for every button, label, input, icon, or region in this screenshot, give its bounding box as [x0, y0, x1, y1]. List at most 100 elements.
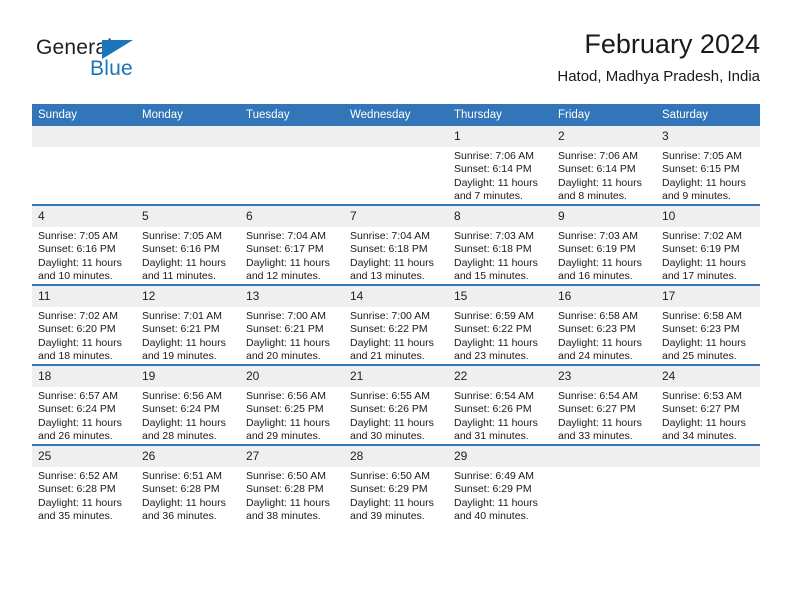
day-number: 14 — [344, 286, 448, 307]
weekday-header-sunday: Sunday — [32, 104, 136, 126]
sunset-text: Sunset: 6:19 PM — [662, 243, 740, 256]
day-number: 17 — [656, 286, 760, 307]
day-number: 21 — [344, 366, 448, 387]
calendar-day-cell[interactable]: 7 Sunrise: 7:04 AM Sunset: 6:18 PM Daylight… — [344, 204, 448, 285]
day-details — [656, 467, 760, 470]
calendar-day-cell[interactable]: 13 Sunrise: 7:00 AM Sunset: 6:21 PM Dayligh… — [240, 284, 344, 365]
day-number: 22 — [448, 366, 552, 387]
day-details: Sunrise: 6:49 AM Sunset: 6:29 PM Daylight:… — [448, 467, 552, 524]
daylight-text-line2: and 18 minutes. — [38, 350, 113, 363]
sunrise-text: Sunrise: 6:56 AM — [142, 390, 222, 402]
sunrise-text: Sunrise: 6:52 AM — [38, 470, 118, 482]
sunrise-text: Sunrise: 7:05 AM — [662, 150, 742, 162]
weekday-header-tuesday: Tuesday — [240, 104, 344, 126]
daylight-text-line2: and 34 minutes. — [662, 430, 737, 443]
daylight-text-line2: and 39 minutes. — [350, 510, 425, 523]
sunset-text: Sunset: 6:16 PM — [38, 243, 116, 256]
calendar-day-cell[interactable]: 2 Sunrise: 7:06 AM Sunset: 6:14 PM Daylight… — [552, 126, 656, 205]
calendar-week-row: 4 Sunrise: 7:05 AM Sunset: 6:16 PM Daylight… — [32, 204, 760, 285]
day-details: Sunrise: 6:55 AM Sunset: 6:26 PM Daylight:… — [344, 387, 448, 444]
calendar-day-cell[interactable]: 21 Sunrise: 6:55 AM Sunset: 6:26 PM Dayligh… — [344, 364, 448, 445]
day-number: 13 — [240, 286, 344, 307]
calendar-day-cell[interactable]: 6 Sunrise: 7:04 AM Sunset: 6:17 PM Daylight… — [240, 204, 344, 285]
sunrise-text: Sunrise: 7:05 AM — [142, 230, 222, 242]
daylight-text-line1: Daylight: 11 hours — [38, 256, 122, 269]
day-details: Sunrise: 6:53 AM Sunset: 6:27 PM Daylight:… — [656, 387, 760, 444]
daylight-text-line1: Daylight: 11 hours — [662, 416, 746, 429]
sunrise-text: Sunrise: 7:02 AM — [38, 310, 118, 322]
day-details: Sunrise: 6:56 AM Sunset: 6:25 PM Daylight:… — [240, 387, 344, 444]
calendar-empty-cell — [136, 126, 240, 205]
weekday-header-friday: Friday — [552, 104, 656, 126]
sunrise-text: Sunrise: 7:02 AM — [662, 230, 742, 242]
calendar-day-cell[interactable]: 12 Sunrise: 7:01 AM Sunset: 6:21 PM Dayligh… — [136, 284, 240, 365]
calendar-day-cell[interactable]: 19 Sunrise: 6:56 AM Sunset: 6:24 PM Dayligh… — [136, 364, 240, 445]
daylight-text-line2: and 31 minutes. — [454, 430, 529, 443]
day-details: Sunrise: 7:04 AM Sunset: 6:17 PM Daylight:… — [240, 227, 344, 284]
daylight-text-line2: and 19 minutes. — [142, 350, 217, 363]
daylight-text-line1: Daylight: 11 hours — [350, 336, 434, 349]
daylight-text-line1: Daylight: 11 hours — [662, 256, 746, 269]
calendar-day-cell[interactable]: 8 Sunrise: 7:03 AM Sunset: 6:18 PM Daylight… — [448, 204, 552, 285]
calendar-day-cell[interactable]: 3 Sunrise: 7:05 AM Sunset: 6:15 PM Daylight… — [656, 126, 760, 205]
daylight-text-line2: and 25 minutes. — [662, 350, 737, 363]
day-details: Sunrise: 7:04 AM Sunset: 6:18 PM Daylight:… — [344, 227, 448, 284]
daylight-text-line2: and 7 minutes. — [454, 190, 523, 203]
calendar-day-cell[interactable]: 25 Sunrise: 6:52 AM Sunset: 6:28 PM Dayligh… — [32, 444, 136, 524]
calendar-day-cell[interactable]: 11 Sunrise: 7:02 AM Sunset: 6:20 PM Dayligh… — [32, 284, 136, 365]
daylight-text-line2: and 29 minutes. — [246, 430, 321, 443]
calendar-day-cell[interactable]: 27 Sunrise: 6:50 AM Sunset: 6:28 PM Dayligh… — [240, 444, 344, 524]
calendar-day-cell[interactable]: 24 Sunrise: 6:53 AM Sunset: 6:27 PM Dayligh… — [656, 364, 760, 445]
calendar-day-cell[interactable]: 16 Sunrise: 6:58 AM Sunset: 6:23 PM Dayligh… — [552, 284, 656, 365]
day-details: Sunrise: 7:02 AM Sunset: 6:20 PM Daylight:… — [32, 307, 136, 364]
calendar-day-cell[interactable]: 23 Sunrise: 6:54 AM Sunset: 6:27 PM Dayligh… — [552, 364, 656, 445]
calendar-day-cell[interactable]: 29 Sunrise: 6:49 AM Sunset: 6:29 PM Dayligh… — [448, 444, 552, 524]
sunset-text: Sunset: 6:24 PM — [38, 403, 116, 416]
calendar-day-cell[interactable]: 1 Sunrise: 7:06 AM Sunset: 6:14 PM Daylight… — [448, 126, 552, 205]
calendar-day-cell[interactable]: 18 Sunrise: 6:57 AM Sunset: 6:24 PM Dayligh… — [32, 364, 136, 445]
daylight-text-line1: Daylight: 11 hours — [142, 256, 226, 269]
day-number — [656, 446, 760, 467]
day-details: Sunrise: 7:06 AM Sunset: 6:14 PM Daylight:… — [552, 147, 656, 204]
sunset-text: Sunset: 6:25 PM — [246, 403, 324, 416]
calendar-day-cell[interactable]: 26 Sunrise: 6:51 AM Sunset: 6:28 PM Dayligh… — [136, 444, 240, 524]
calendar-day-cell[interactable]: 9 Sunrise: 7:03 AM Sunset: 6:19 PM Daylight… — [552, 204, 656, 285]
sunset-text: Sunset: 6:14 PM — [454, 163, 532, 176]
sunrise-text: Sunrise: 6:53 AM — [662, 390, 742, 402]
calendar-day-cell[interactable]: 5 Sunrise: 7:05 AM Sunset: 6:16 PM Daylight… — [136, 204, 240, 285]
day-details: Sunrise: 7:05 AM Sunset: 6:16 PM Daylight:… — [32, 227, 136, 284]
calendar-day-cell[interactable]: 4 Sunrise: 7:05 AM Sunset: 6:16 PM Daylight… — [32, 204, 136, 285]
page-title: February 2024 — [584, 29, 760, 59]
daylight-text-line2: and 30 minutes. — [350, 430, 425, 443]
calendar-day-cell[interactable]: 14 Sunrise: 7:00 AM Sunset: 6:22 PM Dayligh… — [344, 284, 448, 365]
day-details: Sunrise: 6:56 AM Sunset: 6:24 PM Daylight:… — [136, 387, 240, 444]
day-number: 28 — [344, 446, 448, 467]
calendar-day-cell[interactable]: 15 Sunrise: 6:59 AM Sunset: 6:22 PM Dayligh… — [448, 284, 552, 365]
daylight-text-line1: Daylight: 11 hours — [38, 416, 122, 429]
daylight-text-line1: Daylight: 11 hours — [142, 336, 226, 349]
daylight-text-line1: Daylight: 11 hours — [142, 416, 226, 429]
sunrise-text: Sunrise: 6:57 AM — [38, 390, 118, 402]
daylight-text-line1: Daylight: 11 hours — [558, 256, 642, 269]
calendar-day-cell[interactable]: 10 Sunrise: 7:02 AM Sunset: 6:19 PM Dayligh… — [656, 204, 760, 285]
daylight-text-line2: and 15 minutes. — [454, 270, 529, 283]
calendar-day-cell[interactable]: 22 Sunrise: 6:54 AM Sunset: 6:26 PM Dayligh… — [448, 364, 552, 445]
daylight-text-line1: Daylight: 11 hours — [38, 496, 122, 509]
sunset-text: Sunset: 6:22 PM — [454, 323, 532, 336]
day-number: 24 — [656, 366, 760, 387]
sunset-text: Sunset: 6:14 PM — [558, 163, 636, 176]
day-details: Sunrise: 6:50 AM Sunset: 6:29 PM Daylight:… — [344, 467, 448, 524]
daylight-text-line2: and 36 minutes. — [142, 510, 217, 523]
day-details: Sunrise: 7:06 AM Sunset: 6:14 PM Daylight:… — [448, 147, 552, 204]
sunset-text: Sunset: 6:24 PM — [142, 403, 220, 416]
calendar-day-cell[interactable]: 17 Sunrise: 6:58 AM Sunset: 6:23 PM Dayligh… — [656, 284, 760, 365]
day-details: Sunrise: 6:57 AM Sunset: 6:24 PM Daylight:… — [32, 387, 136, 444]
daylight-text-line2: and 26 minutes. — [38, 430, 113, 443]
sunrise-text: Sunrise: 7:01 AM — [142, 310, 222, 322]
daylight-text-line1: Daylight: 11 hours — [558, 176, 642, 189]
calendar-day-cell[interactable]: 28 Sunrise: 6:50 AM Sunset: 6:29 PM Dayligh… — [344, 444, 448, 524]
daylight-text-line1: Daylight: 11 hours — [454, 336, 538, 349]
daylight-text-line1: Daylight: 11 hours — [558, 416, 642, 429]
day-number: 12 — [136, 286, 240, 307]
calendar-day-cell[interactable]: 20 Sunrise: 6:56 AM Sunset: 6:25 PM Dayligh… — [240, 364, 344, 445]
